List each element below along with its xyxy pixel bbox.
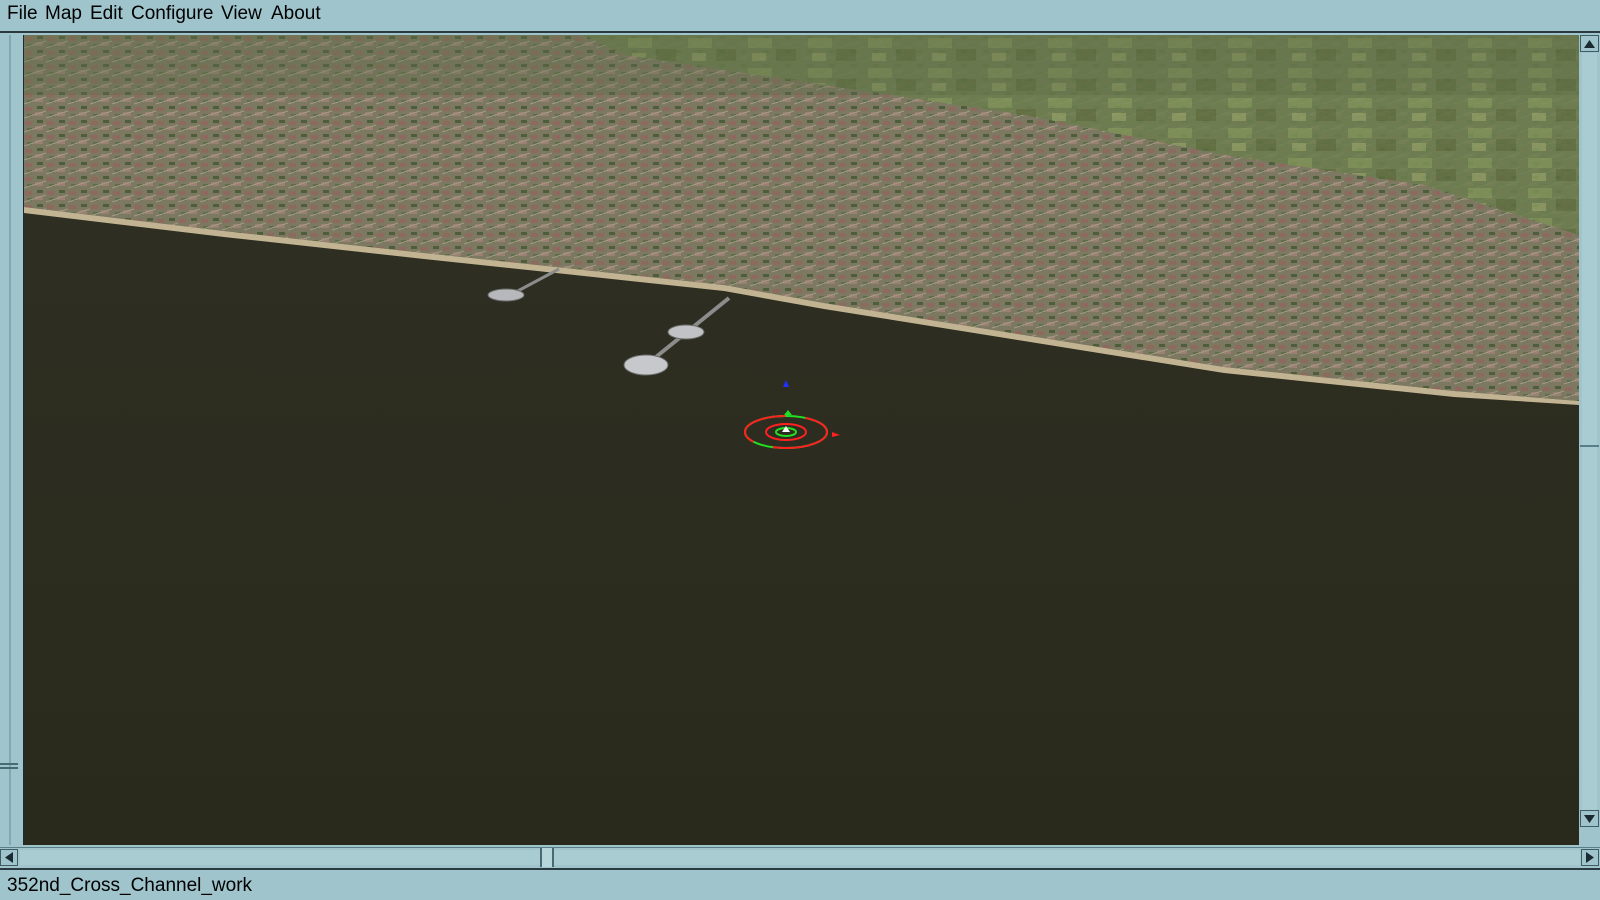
left-gutter	[0, 35, 23, 845]
scroll-down-button[interactable]	[1580, 810, 1599, 827]
vertical-scroll-track[interactable]	[1582, 53, 1597, 827]
horizontal-scrollbar[interactable]	[0, 847, 1600, 867]
scroll-right-button[interactable]	[1581, 849, 1599, 866]
scroll-up-button[interactable]	[1580, 35, 1599, 52]
status-bar: 352nd_Cross_Channel_work	[0, 868, 1600, 900]
horizontal-scroll-thumb[interactable]	[540, 848, 554, 867]
horizontal-scroll-track[interactable]	[20, 850, 1580, 865]
triangle-right-icon	[1586, 852, 1594, 863]
scene-render	[24, 35, 1579, 845]
triangle-down-icon	[1584, 814, 1595, 823]
triangle-up-icon	[1584, 39, 1595, 48]
map-3d-viewport[interactable]	[23, 35, 1579, 845]
menu-edit[interactable]: Edit	[90, 3, 123, 25]
gutter-handle[interactable]	[0, 763, 18, 769]
gutter-divider	[9, 35, 11, 845]
menu-map[interactable]: Map	[45, 3, 82, 25]
vertical-scrollbar[interactable]	[1579, 35, 1600, 845]
menu-configure[interactable]: Configure	[131, 3, 213, 25]
triangle-left-icon	[5, 852, 13, 863]
mission-name-label: 352nd_Cross_Channel_work	[7, 875, 253, 896]
menu-bar: File Map Edit Configure View About	[0, 0, 1600, 33]
menu-file[interactable]: File	[7, 3, 38, 25]
scroll-left-button[interactable]	[0, 849, 18, 866]
menu-about[interactable]: About	[271, 3, 321, 25]
menu-view[interactable]: View	[221, 3, 262, 25]
vertical-scroll-thumb[interactable]	[1580, 445, 1599, 485]
